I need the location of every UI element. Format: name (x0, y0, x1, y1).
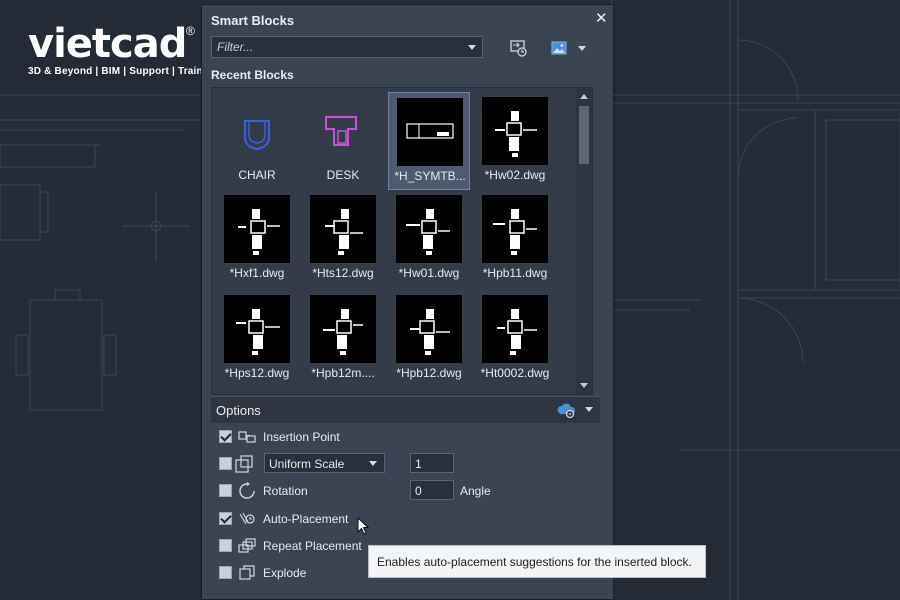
block-thumbnail (482, 295, 548, 363)
options-title: Options (216, 403, 261, 418)
block-label: *Hw01.dwg (398, 266, 460, 280)
scroll-up-icon[interactable] (580, 94, 588, 99)
block-tile[interactable]: *Hxf1.dwg (216, 190, 298, 288)
recent-blocks-label: Recent Blocks (211, 68, 294, 82)
block-tile[interactable]: *Hpb12.dwg (388, 290, 470, 388)
angle-label: Angle (460, 484, 491, 498)
block-thumbnail (396, 195, 462, 263)
block-thumbnail (396, 295, 462, 363)
block-label: *Hw02.dwg (484, 168, 546, 182)
auto-placement-label: Auto-Placement (263, 512, 349, 526)
smart-blocks-palette: Smart Blocks ✕ Filter... Recent Blocks C… (201, 4, 614, 600)
block-label: *Hpb12m.... (311, 366, 375, 380)
block-label: *Hpb12.dwg (396, 366, 462, 380)
mouse-cursor-icon (357, 517, 370, 535)
block-thumbnail (224, 195, 290, 263)
view-options-chevron-down-icon[interactable] (576, 38, 588, 58)
chair-icon (224, 97, 290, 165)
rotation-angle-input[interactable]: 0 (410, 480, 454, 500)
explode-checkbox[interactable] (219, 566, 232, 579)
close-icon[interactable]: ✕ (595, 9, 608, 27)
block-thumbnail (224, 295, 290, 363)
filter-placeholder: Filter... (217, 40, 254, 54)
scroll-down-icon[interactable] (580, 383, 588, 388)
rotation-label: Rotation (263, 484, 308, 498)
rotation-icon (239, 482, 255, 499)
scale-checkbox[interactable] (219, 457, 232, 470)
filter-dropdown[interactable]: Filter... (211, 36, 483, 58)
block-thumbnail (397, 98, 463, 166)
rotation-checkbox[interactable] (219, 484, 232, 497)
block-thumbnail (310, 295, 376, 363)
cloud-settings-icon[interactable] (556, 401, 578, 419)
block-label: *Ht0002.dwg (480, 366, 550, 380)
auto-placement-tooltip: Enables auto-placement suggestions for t… (368, 545, 706, 578)
explode-label: Explode (263, 566, 307, 580)
block-tile[interactable]: *Hw01.dwg (388, 190, 470, 288)
logo-tagline: 3D & Beyond | BIM | Support | Training (28, 66, 219, 77)
chevron-down-icon (369, 461, 377, 466)
block-tile[interactable]: *Hps12.dwg (216, 290, 298, 388)
explode-icon (239, 565, 255, 580)
block-label: *H_SYMTB... (394, 169, 466, 183)
block-tile[interactable]: *Hts12.dwg (302, 190, 384, 288)
palette-title: Smart Blocks (211, 13, 295, 28)
block-tile[interactable]: *H_SYMTB... (388, 92, 470, 190)
logo-registered-mark: ® (186, 24, 195, 38)
vietcad-logo: vietcad ® 3D & Beyond | BIM | Support | … (28, 22, 218, 77)
scale-mode-dropdown[interactable]: Uniform Scale (264, 453, 385, 473)
block-label: *Hpb11.dwg (482, 266, 548, 280)
block-label: DESK (326, 168, 360, 182)
block-tile[interactable]: DESK (302, 92, 384, 190)
block-label: CHAIR (238, 168, 276, 182)
repeat-placement-checkbox[interactable] (219, 539, 232, 552)
rotation-value: 0 (415, 484, 422, 498)
refresh-settings-icon[interactable] (509, 38, 529, 58)
insertion-point-icon (238, 431, 256, 443)
block-thumbnail (482, 97, 548, 165)
repeat-placement-label: Repeat Placement (263, 539, 362, 553)
scale-icon (235, 455, 253, 473)
block-tile[interactable]: *Hpb11.dwg (474, 190, 556, 288)
auto-placement-icon (239, 512, 255, 525)
block-tile[interactable]: CHAIR (216, 92, 298, 190)
blocks-scrollbar[interactable] (576, 88, 592, 394)
scrollbar-thumb[interactable] (579, 106, 589, 164)
auto-placement-checkbox[interactable] (219, 512, 232, 525)
block-label: *Hts12.dwg (312, 266, 374, 280)
scale-value-input[interactable]: 1 (410, 453, 454, 473)
block-tile[interactable]: *Ht0002.dwg (474, 290, 556, 388)
block-thumbnail (310, 195, 376, 263)
scale-mode-value: Uniform Scale (269, 457, 345, 471)
block-tile[interactable]: *Hpb12m.... (302, 290, 384, 388)
recent-blocks-grid: CHAIR DESK *H_SYMTB... *Hw02.dwg *Hxf1.dwg *H… (211, 87, 593, 395)
options-header[interactable]: Options (211, 396, 600, 423)
desk-icon (310, 97, 376, 165)
insertion-point-checkbox[interactable] (219, 430, 232, 443)
scale-value: 1 (415, 457, 422, 471)
insertion-point-label: Insertion Point (263, 430, 340, 444)
repeat-placement-icon (238, 538, 256, 553)
chevron-down-icon[interactable] (585, 407, 593, 412)
block-thumbnail (482, 195, 548, 263)
image-view-icon[interactable] (549, 38, 569, 58)
block-label: *Hxf1.dwg (229, 266, 285, 280)
block-tile[interactable]: *Hw02.dwg (474, 92, 556, 190)
block-label: *Hps12.dwg (224, 366, 290, 380)
chevron-down-icon (468, 45, 476, 50)
